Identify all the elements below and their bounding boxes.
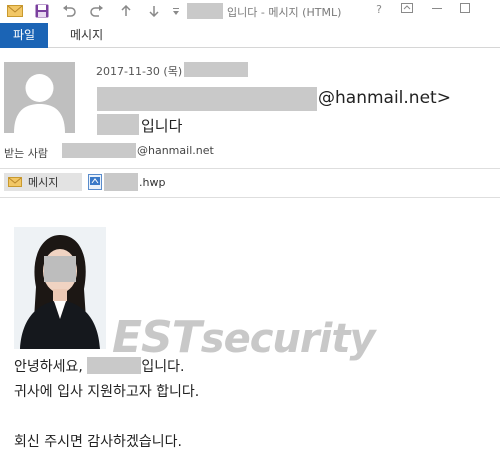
recipient-redaction [62,143,136,158]
attachment-file-ext: .hwp [139,175,166,189]
watermark-security: security [200,316,376,362]
arrow-up-icon[interactable] [118,3,134,19]
ribbon-display-options-icon[interactable] [398,2,416,18]
to-label: 받는 사람 [4,147,48,160]
attachment-message-tab[interactable]: 메시지 [4,173,82,191]
header-divider [0,168,500,169]
greeting-text: 안녕하세요, [14,359,83,375]
undo-icon[interactable] [60,3,78,19]
name-redaction [87,357,142,374]
person-silhouette-icon [14,74,65,133]
title-redaction [187,3,223,19]
tab-file[interactable]: 파일 [0,23,48,48]
title-bar: 입니다 - 메시지 (HTML) ? [0,0,500,22]
body-line-2: 귀사에 입사 지원하고자 합니다. [14,384,200,400]
attachments-divider [0,197,500,198]
greeting-tail: 입니다. [141,359,185,375]
attachment-name-redaction [104,173,138,191]
ribbon-tabs: 파일 메시지 [0,23,500,48]
sent-date: 2017-11-30 (목) [96,65,183,78]
tab-message[interactable]: 메시지 [70,23,103,48]
hwp-file-icon [88,174,102,190]
applicant-photo [14,227,106,349]
minimize-icon[interactable] [428,2,446,18]
subject-redaction [97,114,139,135]
sender-address: @hanmail.net> [318,88,451,108]
customize-toolbar-icon[interactable] [170,3,182,19]
envelope-icon [8,177,22,187]
attachment-message-label: 메시지 [28,176,59,189]
window-title: 입니다 - 메시지 (HTML) [227,6,342,19]
sender-avatar [4,62,75,133]
recipient-address: @hanmail.net [137,144,214,157]
help-button[interactable]: ? [370,2,388,18]
maximize-icon[interactable] [456,2,474,18]
save-icon[interactable] [33,3,51,19]
body-line-1: 안녕하세요, 입니다. [14,356,184,376]
sender-redaction [97,87,317,111]
body-line-3: 회신 주시면 감사하겠습니다. [14,434,182,450]
mail-envelope-icon [6,3,24,19]
attachment-file[interactable]: .hwp [88,173,165,191]
arrow-down-icon[interactable] [146,3,162,19]
message-subject: 입니다 [141,117,183,135]
date-redaction [184,62,248,77]
redo-icon[interactable] [88,3,106,19]
